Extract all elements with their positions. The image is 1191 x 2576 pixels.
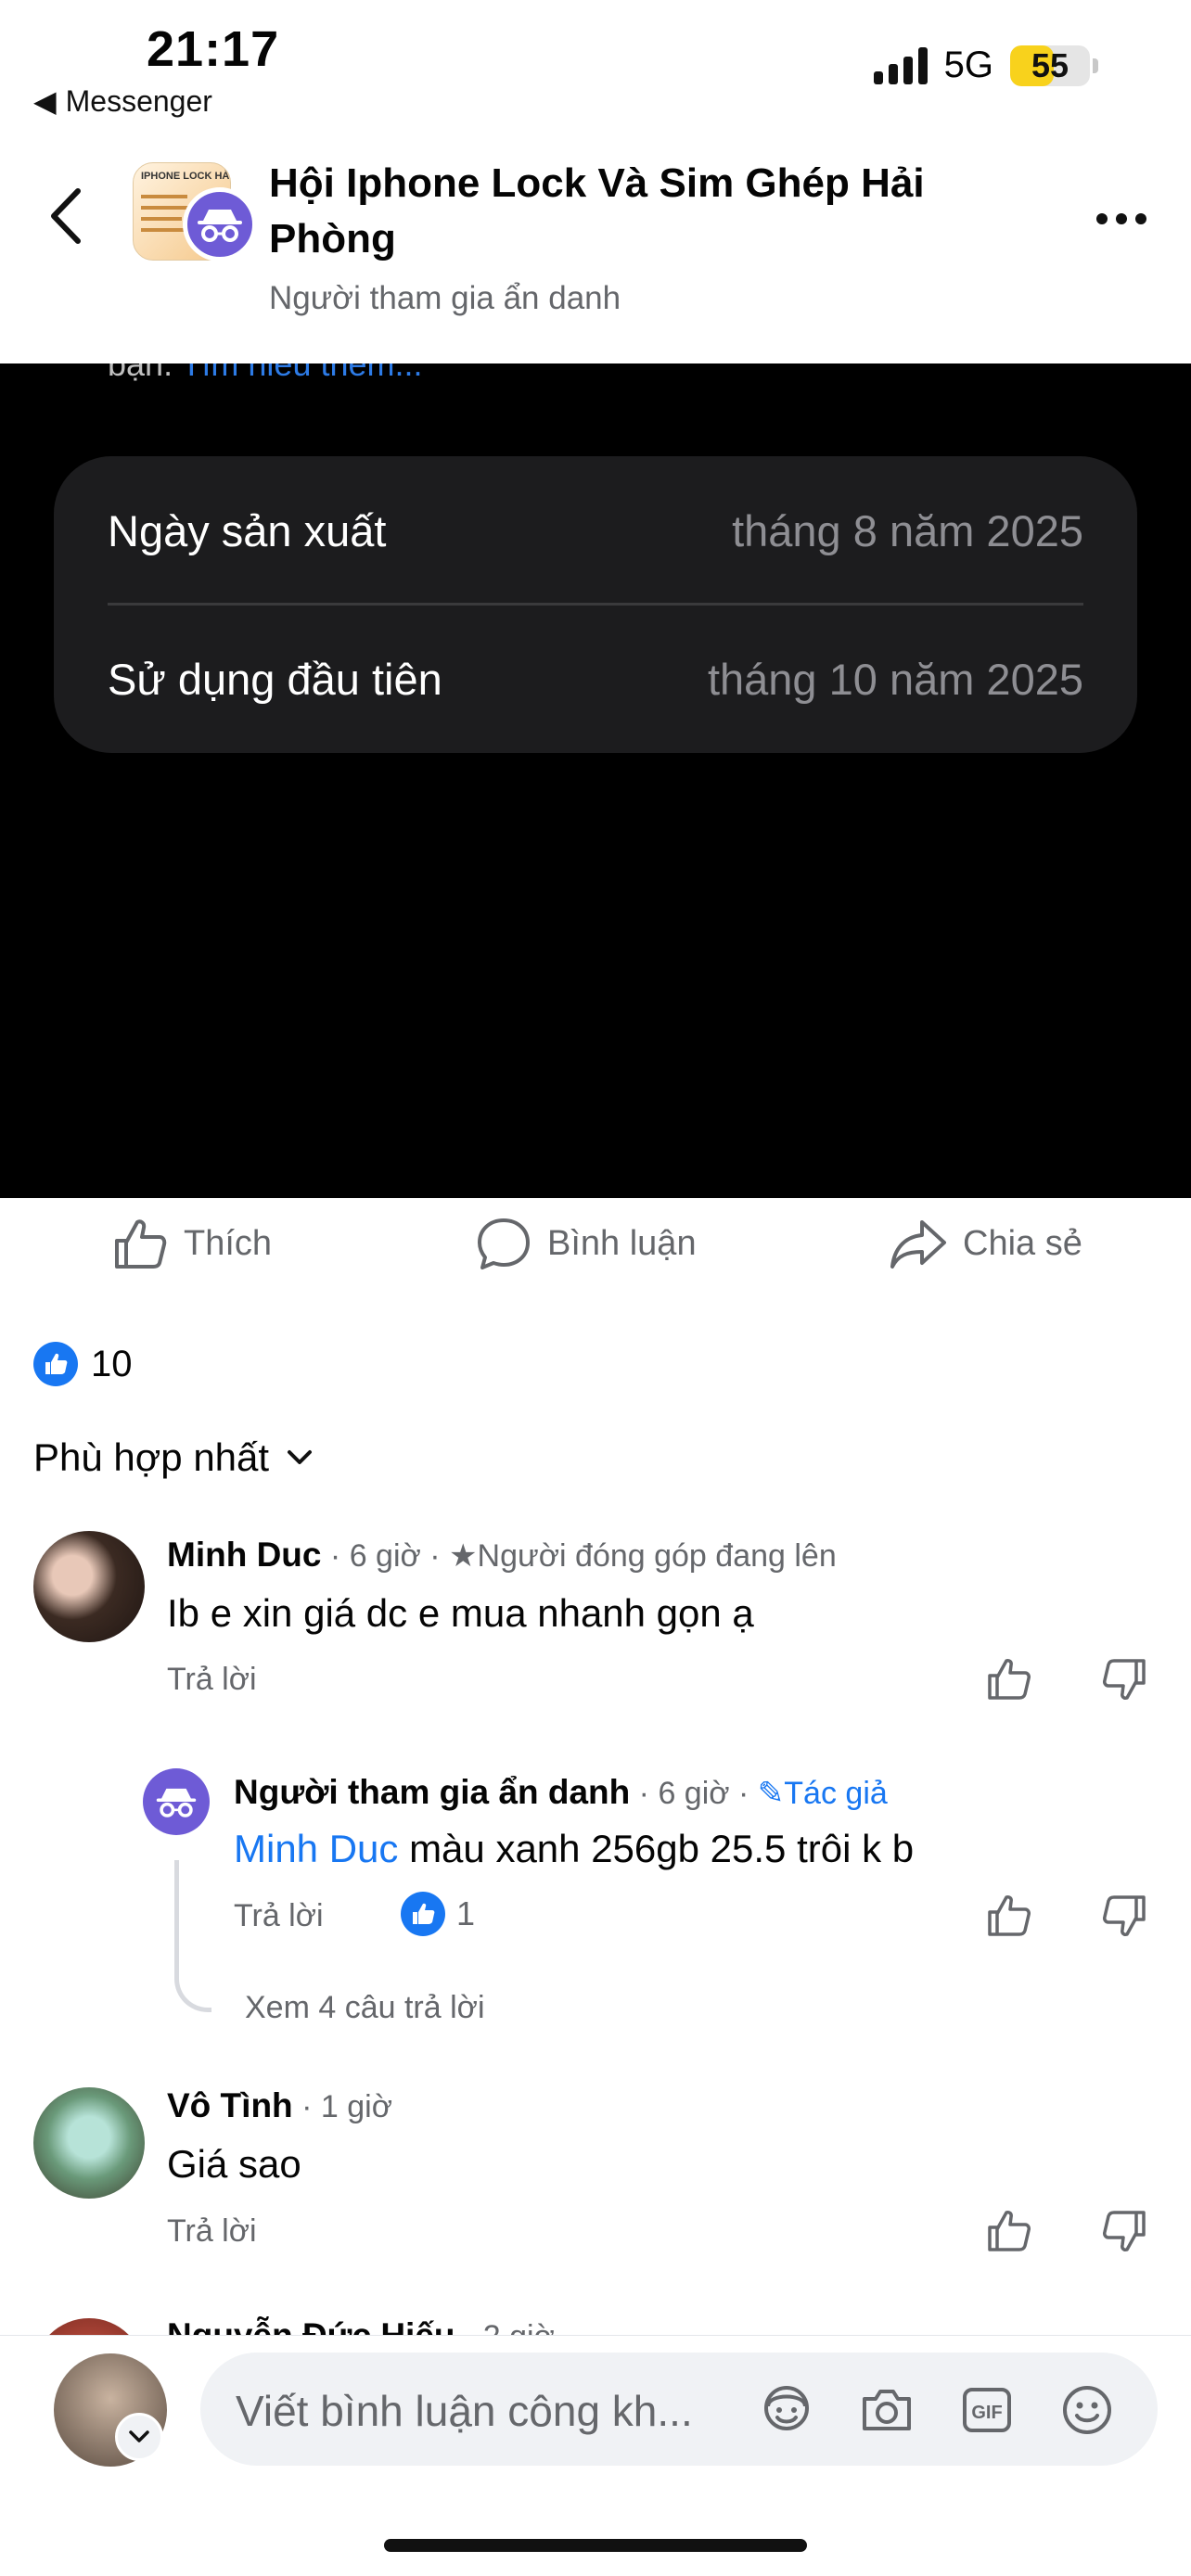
share-button[interactable]: Chia sẻ <box>889 1215 1082 1272</box>
comment-input[interactable]: Viết bình luận công kh... GIF <box>200 2353 1158 2466</box>
chevron-down-icon[interactable] <box>115 2413 163 2461</box>
svg-text:GIF: GIF <box>971 2403 1002 2423</box>
back-to-app-link[interactable]: ◀ Messenger <box>33 83 212 119</box>
like-reaction-icon <box>401 1892 445 1936</box>
sort-label: Phù hợp nhất <box>33 1435 270 1479</box>
back-app-label: Messenger <box>65 83 212 118</box>
comment-header: Minh Duc · 6 giờ · ★Người đóng góp đang … <box>167 1536 837 1575</box>
comment-text: Giá sao <box>167 2142 301 2186</box>
share-label: Chia sẻ <box>963 1223 1082 1263</box>
avatar-sticker-icon[interactable] <box>757 2380 816 2440</box>
info-row-manufacture: Ngày sản xuất tháng 8 năm 2025 <box>108 456 1083 605</box>
status-indicators: 5G 55 <box>873 45 1098 86</box>
contributor-badge: Người đóng góp đang lên <box>477 1538 837 1574</box>
device-info-card: Ngày sản xuất tháng 8 năm 2025 Sử dụng đ… <box>54 456 1137 753</box>
comment-header: Vô Tình · 1 giờ <box>167 2086 392 2125</box>
gif-icon[interactable]: GIF <box>957 2380 1017 2440</box>
downvote-icon[interactable] <box>1100 1655 1148 1703</box>
commenter-name[interactable]: Minh Duc <box>167 1536 321 1574</box>
pencil-icon: ✎ <box>757 1776 785 1811</box>
comment-text: Ib e xin giá dc e mua nhanh gọn ạ <box>167 1591 754 1635</box>
info-label: Sử dụng đầu tiên <box>108 654 442 704</box>
network-type: 5G <box>943 45 993 85</box>
mention-link[interactable]: Minh Duc <box>234 1827 398 1870</box>
author-badge: Tác giả <box>784 1776 888 1811</box>
emoji-icon[interactable] <box>1057 2380 1117 2440</box>
back-chevron-icon[interactable] <box>45 185 87 247</box>
reply-button[interactable]: Trả lời <box>167 2213 257 2250</box>
downvote-icon[interactable] <box>1100 1892 1148 1940</box>
chevron-down-icon <box>288 1450 313 1464</box>
reaction-summary[interactable]: 10 <box>33 1342 133 1386</box>
comment-bubble-icon <box>478 1218 530 1269</box>
image-cut-text: bạn. Tìm hiểu thêm... <box>108 363 423 383</box>
reaction-count: 10 <box>91 1343 133 1384</box>
upvote-icon[interactable] <box>985 1655 1033 1703</box>
comment-button[interactable]: Bình luận <box>475 1215 697 1272</box>
info-label: Ngày sản xuất <box>108 505 387 555</box>
share-arrow-icon <box>890 1220 946 1269</box>
group-avatar-text: IPHONE LOCK HẢI <box>141 171 231 182</box>
battery-percent: 55 <box>1031 45 1069 84</box>
avatar[interactable] <box>33 1531 145 1642</box>
view-more-replies[interactable]: Xem 4 câu trả lời <box>245 1990 485 2026</box>
comment-time: · 6 giờ · <box>321 1538 450 1574</box>
posting-identity: Người tham gia ẩn danh <box>269 280 621 316</box>
info-value: tháng 10 năm 2025 <box>707 654 1083 704</box>
thread-connector <box>174 1860 211 2012</box>
reply-like-count: 1 <box>456 1894 476 1932</box>
downvote-icon[interactable] <box>1100 2207 1148 2255</box>
comment-sort-dropdown[interactable]: Phù hợp nhất <box>33 1435 314 1480</box>
avatar[interactable] <box>33 2087 145 2199</box>
status-time: 21:17 <box>147 21 280 77</box>
more-options-icon[interactable] <box>1096 213 1146 224</box>
home-indicator <box>384 2539 807 2552</box>
anonymous-avatar-icon[interactable] <box>143 1768 210 1835</box>
post-image[interactable]: bạn. Tìm hiểu thêm... Ngày sản xuất thán… <box>0 363 1191 1198</box>
commenter-name[interactable]: Vô Tình <box>167 2086 293 2124</box>
reply-author-name[interactable]: Người tham gia ẩn danh <box>234 1773 630 1811</box>
anonymous-icon <box>183 187 257 261</box>
reply-time: · 6 giờ · <box>630 1776 758 1811</box>
info-value: tháng 8 năm 2025 <box>732 505 1083 555</box>
reply-text: Minh Duc màu xanh 256gb 25.5 trôi k b <box>234 1827 915 1870</box>
camera-icon[interactable] <box>857 2380 916 2440</box>
reply-button[interactable]: Trả lời <box>234 1898 324 1934</box>
like-reaction-icon <box>33 1342 78 1386</box>
thumbs-up-icon <box>115 1219 167 1269</box>
battery-icon: 55 <box>1010 45 1098 86</box>
like-button[interactable]: Thích <box>111 1215 272 1272</box>
reply-header: Người tham gia ẩn danh · 6 giờ · ✎Tác gi… <box>234 1773 888 1812</box>
back-triangle-icon: ◀ <box>33 84 57 118</box>
upvote-icon[interactable] <box>985 1892 1033 1940</box>
info-row-first-use: Sử dụng đầu tiên tháng 10 năm 2025 <box>108 605 1083 753</box>
comment-input-placeholder: Viết bình luận công kh... <box>236 2387 693 2435</box>
comment-label: Bình luận <box>547 1223 697 1263</box>
signal-icon <box>873 46 928 84</box>
star-icon: ★ <box>449 1538 478 1574</box>
reply-button[interactable]: Trả lời <box>167 1662 257 1698</box>
like-label: Thích <box>184 1223 273 1263</box>
reply-reaction[interactable]: 1 <box>401 1892 475 1936</box>
post-actions: Thích Bình luận Chia sẻ <box>0 1215 1191 1293</box>
comment-time: · 1 giờ <box>292 2089 392 2124</box>
group-title[interactable]: Hội Iphone Lock Và Sim Ghép Hải Phòng <box>269 156 974 267</box>
upvote-icon[interactable] <box>985 2207 1033 2255</box>
